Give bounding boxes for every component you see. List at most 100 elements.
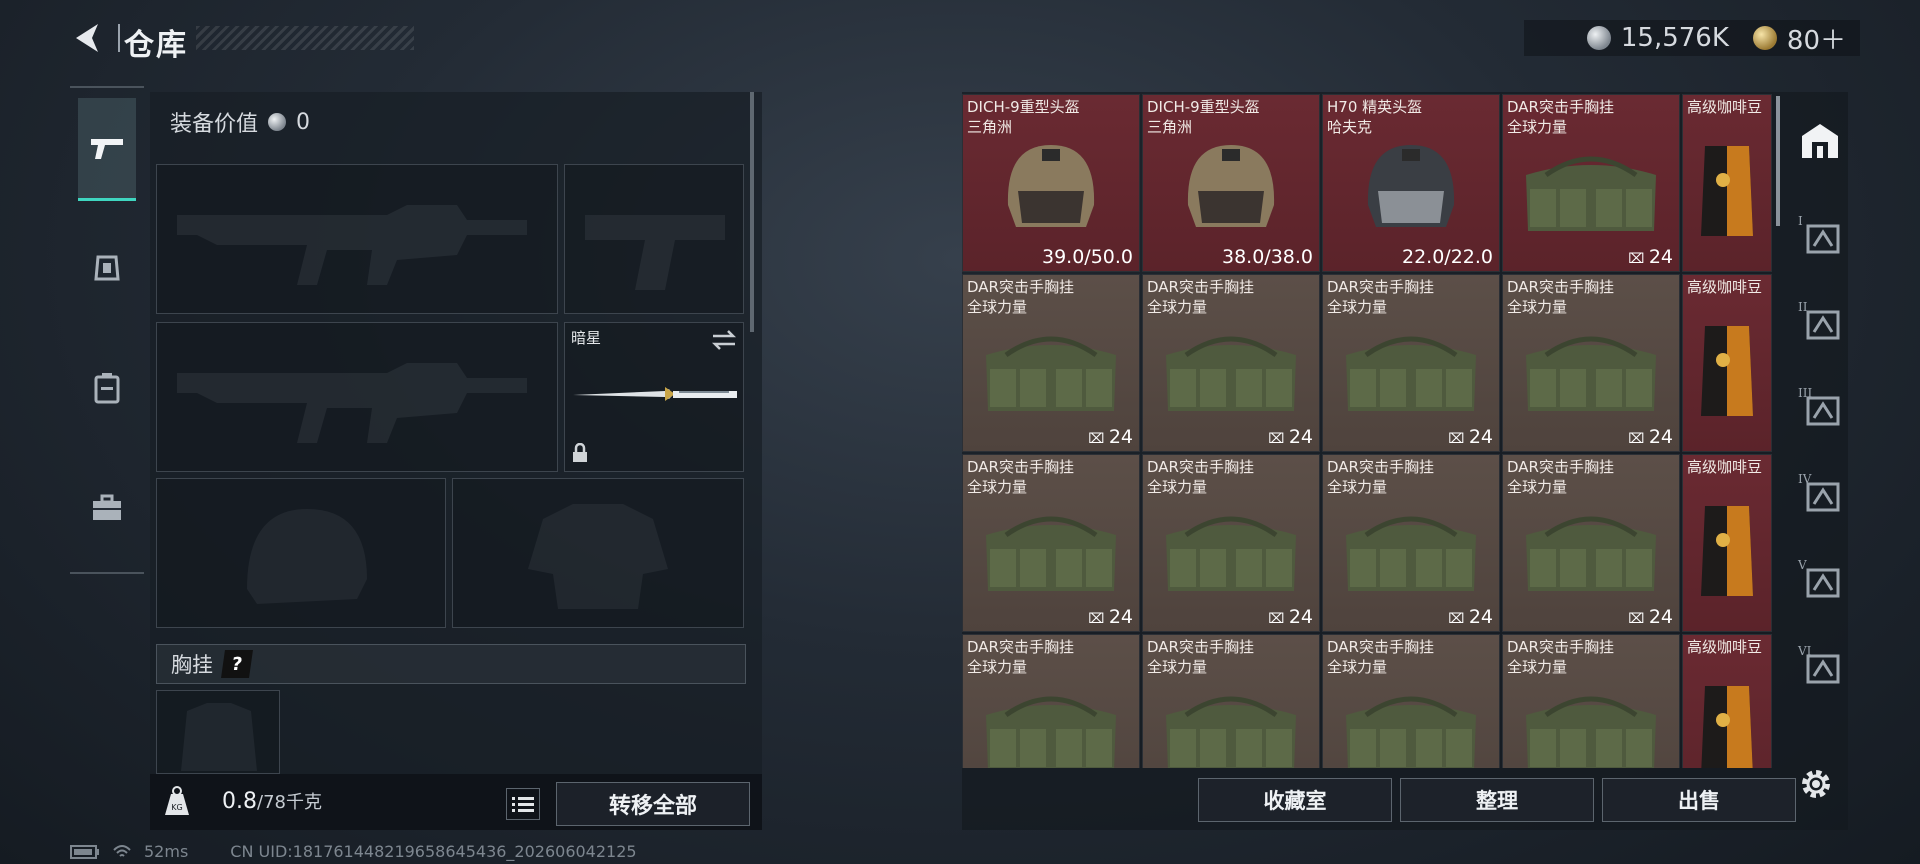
item-name: DICH-9重型头盔 <box>1147 98 1260 116</box>
item-capacity: ⌧ 24 <box>1448 606 1493 628</box>
item-capacity: ⌧ 24 <box>1628 246 1673 268</box>
item-image <box>963 491 1139 609</box>
storage-item-chest-rig[interactable]: DAR突击手胸挂 全球力量 ⌧ 24 <box>1142 274 1320 452</box>
body-armor-slot[interactable] <box>452 478 744 628</box>
helmet-icon <box>1007 145 1095 227</box>
primary-weapon-slot[interactable] <box>156 164 558 314</box>
lock-icon <box>573 443 587 462</box>
list-view-button[interactable] <box>506 788 540 820</box>
storage-page-icon <box>1806 654 1840 684</box>
organize-button[interactable]: 整理 <box>1400 778 1594 822</box>
storage-item-coffee[interactable]: 高级咖啡豆 <box>1682 94 1772 272</box>
page-icon <box>1806 566 1840 602</box>
storage-page-2[interactable]: II <box>1798 300 1842 344</box>
scrollbar[interactable] <box>750 92 754 332</box>
silver-coin-icon <box>1586 26 1611 50</box>
storage-item-coffee[interactable]: 高级咖啡豆 <box>1682 634 1772 768</box>
tab-case[interactable] <box>78 458 136 558</box>
knife-icon <box>573 387 737 401</box>
capacity-icon: ⌧ <box>1088 611 1109 627</box>
weight-readout: 0.8/78千克 <box>222 788 322 814</box>
helmet-slot[interactable] <box>156 478 446 628</box>
helmet-icon <box>1367 145 1455 227</box>
storage-item-chest-rig[interactable]: DAR突击手胸挂 全球力量 <box>962 634 1140 768</box>
item-durability: 39.0/50.0 <box>1042 246 1133 268</box>
item-capacity: ⌧ 24 <box>1268 426 1313 448</box>
item-image <box>1503 311 1679 429</box>
item-image <box>1143 311 1319 429</box>
armor-silhouette-icon <box>528 504 668 609</box>
storage-page-3[interactable]: III <box>1798 386 1842 430</box>
rig-silhouette-icon <box>181 703 257 771</box>
tab-backpack[interactable] <box>78 338 136 438</box>
sidearm-slot[interactable] <box>564 164 744 314</box>
gold-amount[interactable]: 80＋ <box>1787 20 1846 57</box>
chest-rig-header: 胸挂 ? <box>156 644 746 684</box>
storage-item-chest-rig[interactable]: DAR突击手胸挂 全球力量 ⌧ 24 <box>1322 454 1500 632</box>
item-capacity: ⌧ 24 <box>1088 426 1133 448</box>
secondary-weapon-slot[interactable] <box>156 322 558 472</box>
storage-item-chest-rig[interactable]: DAR突击手胸挂 全球力量 ⌧ 24 <box>962 454 1140 632</box>
help-icon[interactable]: ? <box>221 650 253 678</box>
page-title: 仓库 <box>124 28 188 63</box>
storage-item-chest-rig[interactable]: DAR突击手胸挂 全球力量 ⌧ 24 <box>1142 454 1320 632</box>
storage-grid: DICH-9重型头盔 三角洲 39.0/50.0 DICH-9重型头盔 三角洲 38.0/… <box>962 94 1774 768</box>
tab-weapons[interactable] <box>78 98 136 201</box>
backpack-icon <box>94 373 120 404</box>
storage-item-coffee[interactable]: 高级咖啡豆 <box>1682 454 1772 632</box>
back-button[interactable] <box>70 20 106 56</box>
storage-item-chest-rig[interactable]: DAR突击手胸挂 全球力量 <box>1142 634 1320 768</box>
chest-rig-icon <box>1346 696 1476 768</box>
storage-item-helmet[interactable]: DICH-9重型头盔 三角洲 39.0/50.0 <box>962 94 1140 272</box>
storage-scrollbar[interactable] <box>1776 96 1780 226</box>
chest-rig-slot[interactable] <box>156 690 280 774</box>
storage-item-chest-rig[interactable]: DAR突击手胸挂 全球力量 ⌧ 24 <box>962 274 1140 452</box>
rifle-silhouette-icon <box>177 363 527 443</box>
coffee-bag-icon <box>1701 146 1753 236</box>
melee-name: 暗星 <box>571 329 602 347</box>
item-name: DAR突击手胸挂 <box>1147 458 1254 476</box>
storage-item-chest-rig[interactable]: DAR突击手胸挂 全球力量 ⌧ 24 <box>1502 94 1680 272</box>
item-name: DAR突击手胸挂 <box>1507 98 1614 116</box>
tab-armor[interactable] <box>78 218 136 318</box>
item-value-text: 24 <box>1648 246 1673 268</box>
melee-slot[interactable]: 暗星 <box>564 322 744 472</box>
storage-item-chest-rig[interactable]: DAR突击手胸挂 全球力量 ⌧ 24 <box>1502 454 1680 632</box>
item-name: H70 精英头盔 <box>1327 98 1423 116</box>
page-icon <box>1806 308 1840 344</box>
storage-item-coffee[interactable]: 高级咖啡豆 <box>1682 274 1772 452</box>
swap-icon[interactable] <box>711 329 737 351</box>
weight-max: /78千克 <box>257 792 322 813</box>
storage-item-helmet[interactable]: H70 精英头盔 哈夫克 22.0/22.0 <box>1322 94 1500 272</box>
item-image <box>1683 131 1771 249</box>
capacity-icon: ⌧ <box>1628 431 1649 447</box>
storage-page-4[interactable]: IV <box>1798 472 1842 516</box>
item-image <box>1683 491 1771 609</box>
capacity-icon: ⌧ <box>1448 431 1469 447</box>
item-name: DAR突击手胸挂 <box>967 458 1074 476</box>
item-image <box>963 131 1139 249</box>
storage-page-6[interactable]: VI <box>1798 644 1842 688</box>
item-image <box>1323 131 1499 249</box>
helmet-icon <box>1187 145 1275 227</box>
storage-item-chest-rig[interactable]: DAR突击手胸挂 全球力量 <box>1502 634 1680 768</box>
storage-item-chest-rig[interactable]: DAR突击手胸挂 全球力量 <box>1322 634 1500 768</box>
collection-room-button[interactable]: 收藏室 <box>1198 778 1392 822</box>
settings-button[interactable] <box>1796 764 1836 804</box>
wifi-icon <box>113 844 131 857</box>
storage-page-icon <box>1806 310 1840 340</box>
page-icon <box>1806 480 1840 516</box>
storage-page-5[interactable]: V <box>1798 558 1842 602</box>
transfer-all-button[interactable]: 转移全部 <box>556 782 750 826</box>
item-name: 高级咖啡豆 <box>1687 98 1763 116</box>
sell-button[interactable]: 出售 <box>1602 778 1796 822</box>
rail-home[interactable] <box>1798 118 1842 162</box>
storage-item-helmet[interactable]: DICH-9重型头盔 三角洲 38.0/38.0 <box>1142 94 1320 272</box>
item-name: DAR突击手胸挂 <box>1327 638 1434 656</box>
storage-page-1[interactable]: I <box>1798 214 1842 258</box>
item-capacity: ⌧ 24 <box>1628 426 1673 448</box>
storage-item-chest-rig[interactable]: DAR突击手胸挂 全球力量 ⌧ 24 <box>1502 274 1680 452</box>
capacity-icon: ⌧ <box>1268 431 1289 447</box>
page-numeral: I <box>1798 214 1803 228</box>
storage-item-chest-rig[interactable]: DAR突击手胸挂 全球力量 ⌧ 24 <box>1322 274 1500 452</box>
